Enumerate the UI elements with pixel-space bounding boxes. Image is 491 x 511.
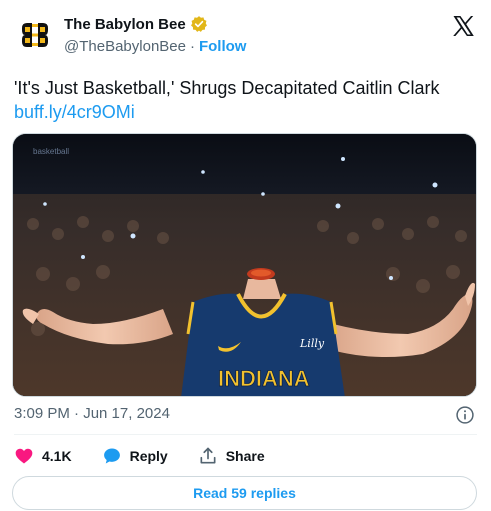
author-handle-row: @TheBabylonBee · Follow	[64, 38, 246, 55]
tweet-link[interactable]: buff.ly/4cr9OMi	[14, 100, 477, 124]
handle-separator: ·	[189, 38, 195, 55]
read-replies-button[interactable]: Read 59 replies	[12, 476, 477, 510]
babylon-bee-logo-icon	[14, 14, 56, 56]
tweet-card: The Babylon Bee @TheBabylonBee · Follow …	[0, 0, 491, 511]
share-label: Share	[225, 448, 265, 464]
verified-badge-icon	[190, 15, 208, 33]
jersey-text: INDIANA	[218, 366, 310, 391]
share-button[interactable]: Share	[198, 446, 265, 466]
reply-label: Reply	[129, 448, 168, 464]
heart-icon	[15, 448, 33, 464]
author-handle[interactable]: @TheBabylonBee	[64, 38, 186, 55]
tweet-image[interactable]: basketball Lilly INDIANA	[12, 133, 477, 397]
like-count: 4.1K	[42, 448, 72, 464]
arena-banner: basketball	[33, 147, 69, 156]
like-button[interactable]: 4.1K	[14, 446, 72, 466]
tweet-photo: basketball Lilly INDIANA	[13, 134, 476, 396]
action-bar: 4.1K Reply Share	[14, 444, 295, 468]
author-display-name[interactable]: The Babylon Bee	[64, 16, 186, 33]
timestamp[interactable]: 3:09 PM · Jun 17, 2024	[14, 405, 170, 422]
reply-button[interactable]: Reply	[102, 446, 168, 466]
speech-bubble-icon	[103, 448, 120, 464]
author-name-row: The Babylon Bee	[64, 15, 208, 33]
x-logo-icon[interactable]	[451, 14, 475, 38]
info-icon[interactable]	[455, 405, 475, 425]
divider	[14, 434, 477, 435]
follow-button[interactable]: Follow	[199, 38, 247, 55]
tweet-body: 'It's Just Basketball,' Shrugs Decapitat…	[14, 78, 440, 98]
share-upload-icon	[200, 447, 216, 464]
tweet-text: 'It's Just Basketball,' Shrugs Decapitat…	[14, 76, 477, 124]
avatar[interactable]	[14, 14, 56, 56]
jersey-brand: Lilly	[299, 337, 325, 350]
